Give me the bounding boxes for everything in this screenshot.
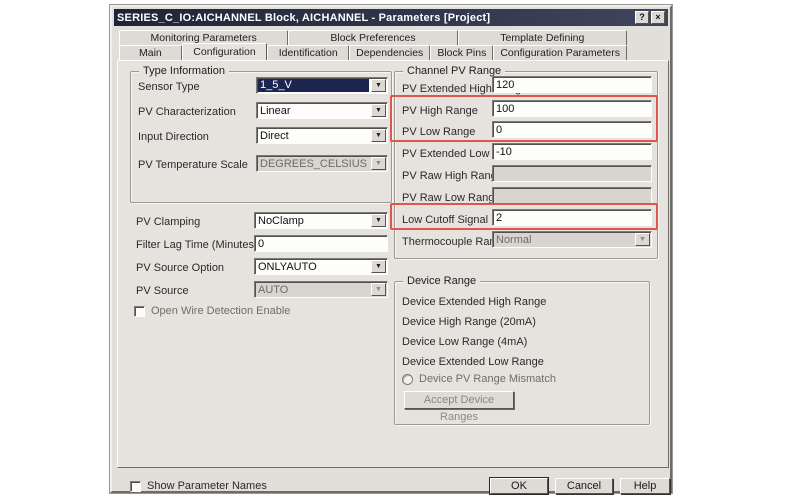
filter-lag-time-input[interactable]: [254, 235, 388, 252]
channel-pv-range-title: Channel PV Range: [403, 65, 505, 77]
pv-low-range-input[interactable]: [492, 121, 652, 138]
configuration-tab-page: Type Information Sensor Type 1_5_V ▼ PV …: [117, 60, 669, 468]
cancel-button[interactable]: Cancel: [555, 478, 613, 494]
tab-block-preferences[interactable]: Block Preferences: [288, 30, 457, 45]
chevron-down-icon[interactable]: ▼: [371, 214, 386, 227]
sensor-type-label: Sensor Type: [138, 81, 200, 93]
pv-characterization-select[interactable]: Linear ▼: [256, 102, 388, 119]
accept-device-ranges-button: Accept Device Ranges: [404, 391, 514, 409]
close-icon[interactable]: ×: [651, 11, 665, 24]
tab-main[interactable]: Main: [119, 45, 182, 60]
pv-clamping-select[interactable]: NoClamp ▼: [254, 212, 388, 229]
pv-source-option-label: PV Source Option: [136, 262, 224, 274]
pv-low-range-label: PV Low Range: [402, 126, 475, 138]
checkbox-icon[interactable]: [130, 481, 141, 492]
parameters-dialog: SERIES_C_IO:AICHANNEL Block, AICHANNEL -…: [110, 5, 672, 493]
pv-raw-low-range-input: [492, 187, 652, 204]
context-help-icon[interactable]: ?: [635, 11, 649, 24]
chevron-down-icon[interactable]: ▼: [371, 260, 386, 273]
tab-identification[interactable]: Identification: [267, 45, 349, 60]
window-title: SERIES_C_IO:AICHANNEL Block, AICHANNEL -…: [117, 12, 490, 24]
pv-source-select: AUTO ▼: [254, 281, 388, 298]
tab-configuration-parameters[interactable]: Configuration Parameters: [493, 45, 627, 60]
chevron-down-icon[interactable]: ▼: [371, 129, 386, 142]
pv-extended-low-range-input[interactable]: [492, 143, 652, 160]
chevron-down-icon: ▼: [371, 157, 386, 170]
tab-dependencies[interactable]: Dependencies: [349, 45, 430, 60]
device-low-range-label: Device Low Range (4mA): [402, 336, 527, 348]
chevron-down-icon: ▼: [635, 233, 650, 246]
device-pv-range-mismatch-radio: Device PV Range Mismatch: [402, 373, 556, 385]
screenshot-canvas: SERIES_C_IO:AICHANNEL Block, AICHANNEL -…: [0, 0, 800, 500]
checkbox-icon[interactable]: [134, 306, 145, 317]
tab-configuration[interactable]: Configuration: [182, 43, 267, 60]
chevron-down-icon: ▼: [371, 283, 386, 296]
device-extended-high-range-label: Device Extended High Range: [402, 296, 546, 308]
pv-source-option-select[interactable]: ONLYAUTO ▼: [254, 258, 388, 275]
sensor-type-select[interactable]: 1_5_V ▼: [256, 77, 388, 94]
pv-raw-low-range-label: PV Raw Low Range: [402, 192, 500, 204]
pv-high-range-input[interactable]: [492, 100, 652, 117]
radio-icon: [402, 374, 413, 385]
chevron-down-icon[interactable]: ▼: [371, 104, 386, 117]
pv-characterization-label: PV Characterization: [138, 106, 236, 118]
tab-block-pins[interactable]: Block Pins: [430, 45, 493, 60]
chevron-down-icon[interactable]: ▼: [371, 79, 386, 92]
pv-clamping-label: PV Clamping: [136, 216, 200, 228]
input-direction-label: Input Direction: [138, 131, 209, 143]
open-wire-detection-checkbox[interactable]: Open Wire Detection Enable: [134, 305, 290, 317]
help-button[interactable]: Help: [620, 478, 670, 494]
pv-raw-high-range-input: [492, 165, 652, 182]
thermocouple-range-select: Normal ▼: [492, 231, 652, 248]
tab-template-defining[interactable]: Template Defining: [458, 30, 627, 45]
tab-strip: Monitoring Parameters Block Preferences …: [119, 30, 627, 60]
input-direction-select[interactable]: Direct ▼: [256, 127, 388, 144]
low-cutoff-signal-input[interactable]: [492, 209, 652, 226]
show-parameter-names-checkbox[interactable]: Show Parameter Names: [130, 480, 267, 492]
low-cutoff-signal-label: Low Cutoff Signal: [402, 214, 488, 226]
title-bar[interactable]: SERIES_C_IO:AICHANNEL Block, AICHANNEL -…: [114, 9, 668, 26]
pv-extended-high-range-input[interactable]: [492, 76, 652, 93]
pv-raw-high-range-label: PV Raw High Range: [402, 170, 503, 182]
device-high-range-label: Device High Range (20mA): [402, 316, 536, 328]
device-range-title: Device Range: [403, 275, 480, 287]
pv-temperature-scale-select: DEGREES_CELSIUS ▼: [256, 155, 388, 172]
pv-high-range-label: PV High Range: [402, 105, 478, 117]
pv-source-label: PV Source: [136, 285, 189, 297]
filter-lag-time-label: Filter Lag Time (Minutes): [136, 239, 258, 251]
device-extended-low-range-label: Device Extended Low Range: [402, 356, 544, 368]
type-information-title: Type Information: [139, 65, 229, 77]
ok-button[interactable]: OK: [490, 478, 548, 494]
pv-temperature-scale-label: PV Temperature Scale: [138, 159, 248, 171]
